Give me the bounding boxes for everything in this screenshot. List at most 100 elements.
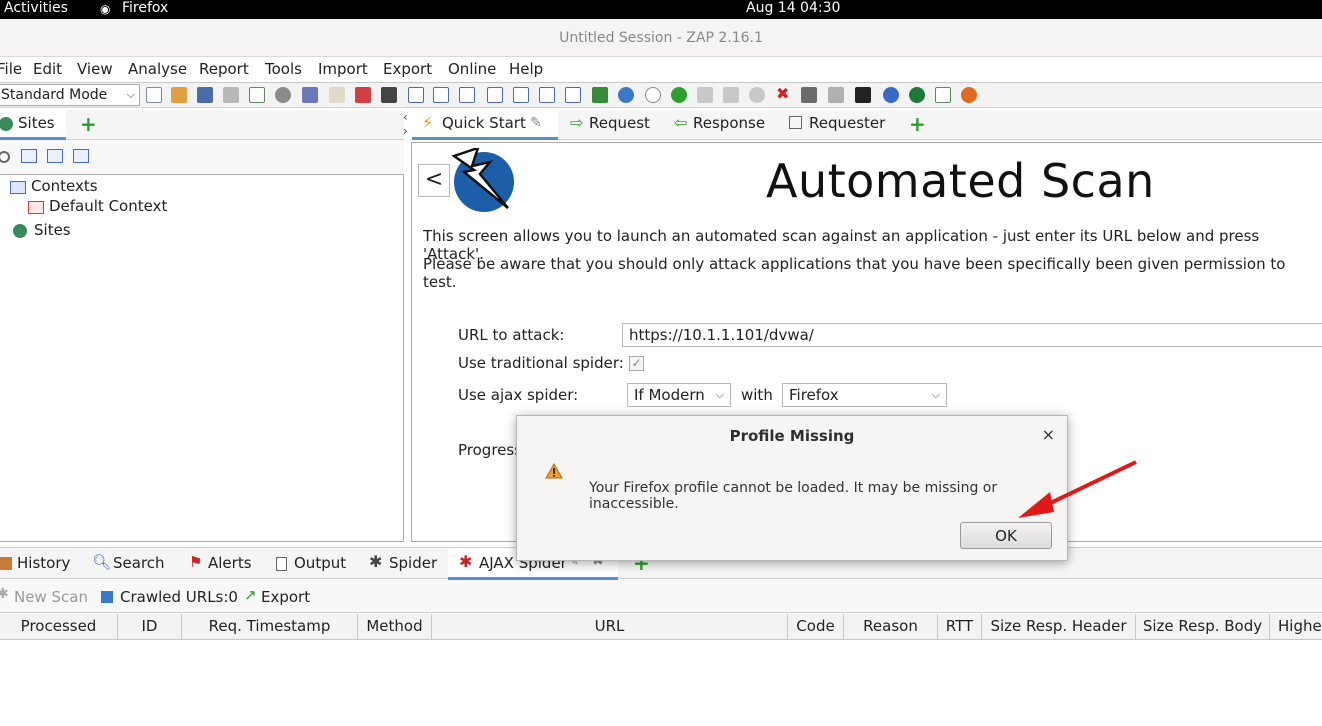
app-menu[interactable]: Firefox	[122, 0, 168, 16]
tree-contexts[interactable]: Contexts	[31, 177, 98, 195]
tab-response[interactable]: Response	[693, 114, 765, 132]
layout-right-icon[interactable]	[539, 87, 555, 103]
menu-report[interactable]: Report	[199, 60, 249, 78]
new-scan-button[interactable]: New Scan	[14, 588, 88, 606]
mode-select[interactable]: Standard Mode ⌵	[0, 84, 140, 106]
context-icon[interactable]	[828, 87, 844, 103]
zap-logo	[451, 148, 514, 212]
progress-label: Progress	[458, 441, 523, 459]
snapshot-icon[interactable]	[223, 87, 239, 103]
step-icon[interactable]	[697, 87, 713, 103]
pin-icon[interactable]: ✎	[530, 115, 542, 131]
column-timestamp[interactable]: Req. Timestamp	[182, 614, 358, 640]
menu-import[interactable]: Import	[318, 60, 368, 78]
browser-select[interactable]: Firefox ⌵	[782, 383, 947, 407]
column-id[interactable]: ID	[118, 614, 182, 640]
tree-sites[interactable]: Sites	[34, 221, 71, 239]
tree-default-context[interactable]: Default Context	[49, 197, 167, 215]
collapse-right-icon[interactable]: ›	[403, 124, 408, 138]
description-line-2: Please be aware that you should only att…	[423, 255, 1286, 291]
play-icon[interactable]	[723, 87, 739, 103]
new-context-icon[interactable]	[21, 149, 37, 163]
spider-icon: ✱	[0, 586, 9, 602]
column-size-resp-body[interactable]: Size Resp. Body	[1136, 614, 1270, 640]
stop-icon[interactable]	[749, 87, 765, 103]
tab-sites[interactable]: Sites	[0, 110, 66, 140]
refresh-icon[interactable]	[618, 87, 634, 103]
add-tab-icon[interactable]: +	[909, 112, 926, 136]
tab-request[interactable]: Request	[589, 114, 650, 132]
add-tab-icon[interactable]: +	[80, 112, 97, 136]
column-code[interactable]: Code	[788, 614, 844, 640]
layout-bottom-icon[interactable]	[513, 87, 529, 103]
tab-search[interactable]: Search	[113, 554, 165, 572]
menu-file[interactable]: File	[0, 60, 22, 78]
back-button[interactable]: <	[418, 164, 450, 197]
ok-button[interactable]: OK	[960, 522, 1052, 549]
layout-split-icon[interactable]	[459, 87, 475, 103]
dialog-close-button[interactable]: ×	[1042, 425, 1055, 444]
column-reason[interactable]: Reason	[844, 614, 938, 640]
collapse-left-icon[interactable]: ‹	[403, 110, 408, 124]
delete-icon[interactable]	[355, 87, 371, 103]
column-url[interactable]: URL	[432, 614, 788, 640]
import-context-icon[interactable]	[47, 149, 63, 163]
session-properties-icon[interactable]	[249, 87, 265, 103]
menu-analyse[interactable]: Analyse	[128, 60, 187, 78]
menu-edit[interactable]: Edit	[33, 60, 62, 78]
tab-alerts[interactable]: Alerts	[208, 554, 252, 572]
column-processed[interactable]: Processed	[0, 614, 118, 640]
modules-icon[interactable]	[592, 87, 608, 103]
menu-tools[interactable]: Tools	[265, 60, 302, 78]
menu-export[interactable]: Export	[383, 60, 432, 78]
tab-spider[interactable]: Spider	[389, 554, 437, 572]
ajax-spider-icon: ✱	[459, 552, 473, 571]
profile-missing-dialog: Profile Missing × Your Firefox profile c…	[516, 415, 1068, 561]
chevron-down-icon: ⌵	[126, 88, 135, 101]
clock[interactable]: Aug 14 04:30	[746, 0, 840, 16]
open-session-icon[interactable]	[171, 87, 187, 103]
ajax-mode-select[interactable]: If Modern ⌵	[627, 383, 731, 407]
menu-view[interactable]: View	[77, 60, 113, 78]
column-method[interactable]: Method	[358, 614, 432, 640]
column-size-resp-header[interactable]: Size Resp. Header	[982, 614, 1136, 640]
activities-button[interactable]: Activities	[4, 0, 68, 16]
traditional-spider-checkbox[interactable]: ✓	[629, 356, 644, 371]
traditional-spider-label: Use traditional spider:	[458, 354, 624, 372]
export-icon[interactable]	[302, 87, 318, 103]
column-rtt[interactable]: RTT	[938, 614, 982, 640]
lightbulb-icon[interactable]	[645, 87, 661, 103]
url-input[interactable]: https://10.1.1.101/dvwa/	[622, 323, 1322, 347]
layout-icon[interactable]	[381, 87, 397, 103]
gear-icon[interactable]	[275, 87, 291, 103]
layout-left-icon[interactable]	[487, 87, 503, 103]
requester-icon	[789, 116, 802, 129]
arrow-left-icon: ⇦	[674, 113, 688, 132]
export-context-icon[interactable]	[73, 149, 89, 163]
tab-history[interactable]: History	[17, 554, 70, 572]
save-session-icon[interactable]	[197, 87, 213, 103]
marketplace-icon[interactable]	[909, 87, 925, 103]
menu-online[interactable]: Online	[448, 60, 496, 78]
column-highest-alert[interactable]: Highe	[1270, 614, 1322, 640]
record-icon[interactable]	[671, 87, 687, 103]
layout-horizontal-icon[interactable]	[565, 87, 581, 103]
layout-full-icon[interactable]	[433, 87, 449, 103]
layout-tabs-icon[interactable]	[408, 87, 424, 103]
history-icon	[0, 557, 12, 570]
new-session-icon[interactable]	[146, 87, 162, 103]
tab-output[interactable]: Output	[294, 554, 346, 572]
scan-policy-icon[interactable]	[801, 87, 817, 103]
close-icon[interactable]: ✖	[776, 86, 792, 102]
firefox-browser-icon[interactable]	[961, 87, 977, 103]
tab-requester[interactable]: Requester	[809, 114, 885, 132]
edit-icon[interactable]	[329, 87, 345, 103]
target-icon[interactable]	[0, 151, 10, 163]
menu-help[interactable]: Help	[509, 60, 543, 78]
help-icon[interactable]	[883, 87, 899, 103]
notes-icon[interactable]	[935, 87, 951, 103]
flag-icon: ⚑	[189, 553, 203, 571]
tab-quick-start[interactable]: ⚡ Quick Start ✎	[412, 110, 558, 140]
export-button[interactable]: Export	[261, 588, 310, 606]
terminal-icon[interactable]	[855, 87, 871, 103]
